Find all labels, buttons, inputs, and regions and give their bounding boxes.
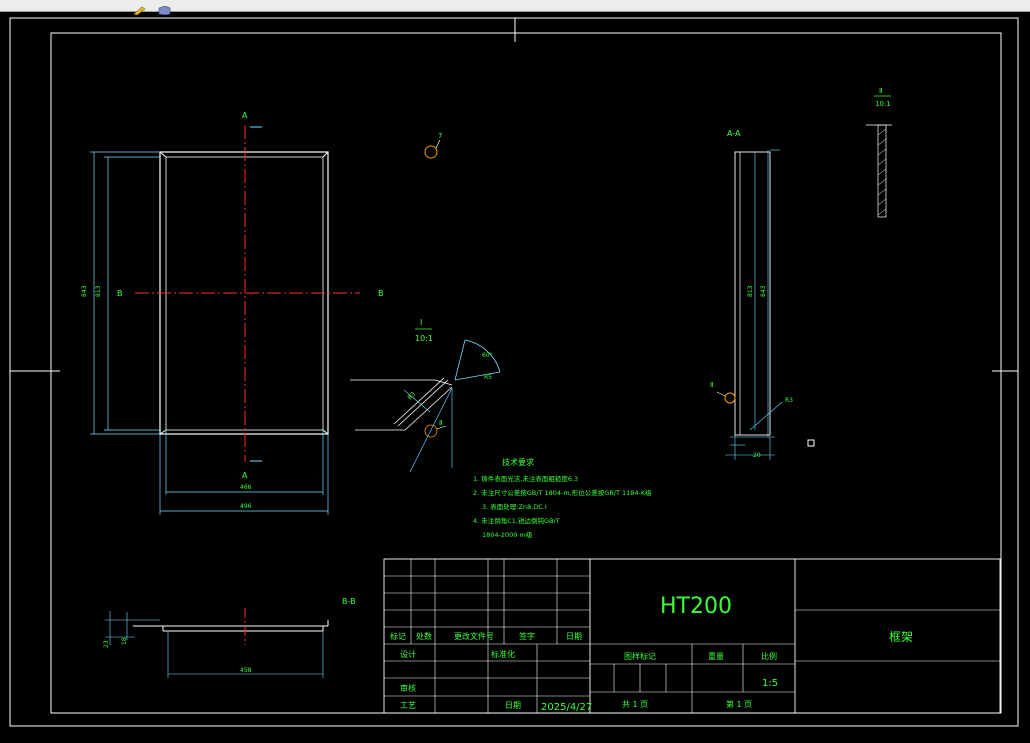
front-view <box>90 125 360 515</box>
dim-aa-bottom: 20 <box>753 452 761 459</box>
tb-scale-label: 比例 <box>761 651 777 661</box>
tb-weight-label: 重量 <box>708 651 724 661</box>
app-toolbar <box>0 0 1030 16</box>
drawing-canvas[interactable]: A A B B 843 813 466 496 7 Ⅰ 10:1 60° R5 … <box>0 12 1030 739</box>
tb-design: 设计 <box>400 649 416 659</box>
tb-review: 审核 <box>400 683 416 693</box>
detail-i-label: Ⅰ <box>420 318 422 327</box>
tb-mark: 标记 <box>390 631 406 641</box>
tech-req-line-4: 4. 未注倒角C1,锐边倒钝GB/T <box>473 516 560 525</box>
dim-front-w1: 466 <box>240 484 252 491</box>
dim-bb-h2: 18 <box>121 637 128 645</box>
dim-detail-angle: 60° <box>482 352 493 359</box>
dim-aa-outer: 843 <box>760 285 767 297</box>
detail-ii-scale: 10:1 <box>875 100 891 108</box>
tb-process: 工艺 <box>400 701 416 710</box>
part-name: 框架 <box>889 630 913 644</box>
tb-sign: 签字 <box>519 631 535 641</box>
tb-sheets-total: 共 1 页 <box>622 700 648 709</box>
cut-label-b-right: B <box>378 289 384 298</box>
drawing-frame <box>9 17 1019 727</box>
dim-aa-r: R3 <box>785 397 793 404</box>
section-aa-view <box>716 149 815 460</box>
section-aa-title: A-A <box>727 129 741 138</box>
tech-req-line-3: 3. 表面处理:Zn8.DC.I <box>482 502 547 511</box>
dim-front-w2: 496 <box>240 503 252 510</box>
tb-sheet-no: 第 1 页 <box>726 699 752 709</box>
balloon-7 <box>424 139 441 159</box>
cube-tool-icon[interactable] <box>156 0 172 16</box>
section-bb-title: B-B <box>342 597 356 606</box>
tb-count: 处数 <box>416 631 432 641</box>
dim-front-outer-h: 843 <box>81 285 88 297</box>
tech-req-line-2: 2. 未注尺寸公差按GB/T 1804-m,形位公差按GB/T 1184-K级 <box>473 488 652 497</box>
detail-view-i <box>350 339 501 473</box>
tb-stage-label: 图样标记 <box>624 651 656 661</box>
dim-aa-inner: 813 <box>747 285 754 297</box>
dim-bb-h1: 23 <box>103 640 110 648</box>
pencil-tool-icon[interactable] <box>132 0 148 16</box>
tech-req-line-1: 1. 铸件表面光洁,未注表面粗糙度6.3 <box>473 474 578 483</box>
detail-i-scale: 10:1 <box>415 334 433 343</box>
tb-doc-no: 更改文件号 <box>454 631 494 641</box>
section-bb-view <box>105 608 329 678</box>
dim-front-inner-h: 813 <box>95 285 102 297</box>
detail-ii-label-aa: Ⅱ <box>710 381 713 389</box>
detail-ii-label: Ⅱ <box>439 419 442 427</box>
detail-ii-title: Ⅱ <box>879 87 882 95</box>
dim-bb-w: 458 <box>240 667 252 674</box>
tb-standard: 标准化 <box>491 649 515 659</box>
detail-view-ii <box>866 124 892 218</box>
dim-detail-r: R5 <box>484 374 492 381</box>
cut-label-a-top: A <box>242 111 248 120</box>
tech-req-line-5: 1804-2000 m级 <box>482 530 533 539</box>
cut-label-b-left: B <box>117 289 123 298</box>
tech-req-title: 技术要求 <box>502 457 534 467</box>
material-label: HT200 <box>660 594 732 619</box>
tb-date: 日期 <box>566 632 582 641</box>
balloon-7-label: 7 <box>438 132 442 140</box>
tb-date2: 日期 <box>505 701 521 710</box>
cut-label-a-bottom: A <box>242 471 248 480</box>
tb-scale-value: 1:5 <box>762 678 778 689</box>
tb-date-value: 2025/4/27 <box>541 702 592 713</box>
